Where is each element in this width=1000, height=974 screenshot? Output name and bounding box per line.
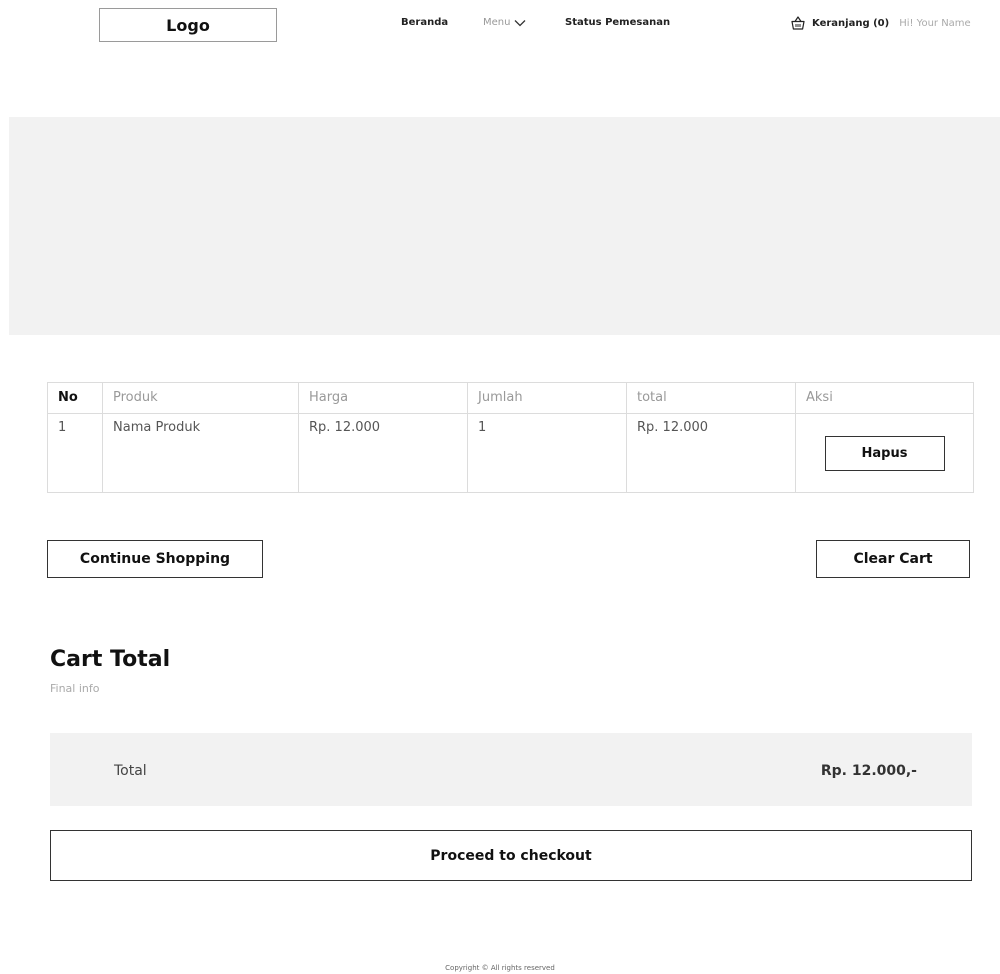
total-summary: Total Rp. 12.000,- [50,733,972,806]
total-value: Rp. 12.000,- [820,763,917,779]
header-no: No [47,382,103,414]
cart-link[interactable]: Keranjang (0) Hi! Your Name [790,15,971,31]
cell-aksi: Hapus [795,413,974,493]
header-jumlah: Jumlah [467,382,627,414]
cell-no: 1 [47,413,103,493]
header-harga: Harga [298,382,468,414]
cell-produk: Nama Produk [102,413,299,493]
table-header-row: No Produk Harga Jumlah total Aksi [47,382,974,414]
continue-shopping-button[interactable]: Continue Shopping [47,540,263,578]
user-greeting[interactable]: Hi! Your Name [899,18,971,29]
logo[interactable]: Logo [99,8,277,42]
table-row: 1 Nama Produk Rp. 12.000 1 Rp. 12.000 Ha… [47,413,974,493]
chevron-down-icon [515,19,526,26]
total-label: Total [114,763,147,779]
cart-total-subtitle: Final info [50,682,100,695]
cell-total: Rp. 12.000 [626,413,796,493]
basket-icon [791,16,805,30]
header-produk: Produk [102,382,299,414]
nav-status-pemesanan[interactable]: Status Pemesanan [565,17,670,28]
cell-jumlah: 1 [467,413,627,493]
cart-label: Keranjang (0) [812,17,890,29]
clear-cart-button[interactable]: Clear Cart [816,540,970,578]
hapus-button[interactable]: Hapus [824,435,945,471]
cart-table: No Produk Harga Jumlah total Aksi 1 Nama… [47,382,974,493]
nav-beranda[interactable]: Beranda [401,17,448,28]
cart-total-title: Cart Total [50,647,171,672]
cell-harga: Rp. 12.000 [298,413,468,493]
header-aksi: Aksi [795,382,974,414]
hero-banner [9,117,1000,335]
copyright-text: Copyright © All rights reserved [445,964,555,972]
checkout-button[interactable]: Proceed to checkout [50,830,972,881]
nav-menu-label: Menu [483,17,511,28]
nav-menu-dropdown[interactable]: Menu [483,17,526,28]
header-total: total [626,382,796,414]
